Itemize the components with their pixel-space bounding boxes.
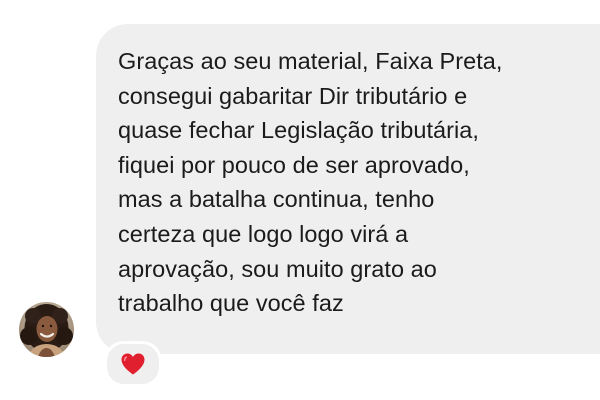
avatar[interactable] [19,302,74,357]
red-heart-icon [121,353,145,375]
chat-thread: Graças ao seu material, Faixa Preta, con… [0,0,600,400]
user-avatar-photo-icon [19,302,74,357]
message-line-8: trabalho que você faz [118,290,344,317]
message-line-5: mas a batalha continua, tenho [118,186,435,213]
reaction-badge[interactable] [104,341,162,387]
message-line-6: certeza que logo logo virá a [118,220,409,247]
message-bubble[interactable]: Graças ao seu material, Faixa Preta, con… [96,24,600,354]
message-line-7: aprovação, sou muito grato ao [118,255,437,282]
message-line-4: fiquei por pouco de ser aprovado, [118,151,470,178]
message-line-1: Graças ao seu material, Faixa Preta, [118,48,503,74]
message-line-3: quase fechar Legislação tributária, [118,117,479,144]
message-text: Graças ao seu material, Faixa Preta, con… [118,44,600,321]
message-line-2: consegui gabaritar Dir tributário e [118,82,468,109]
